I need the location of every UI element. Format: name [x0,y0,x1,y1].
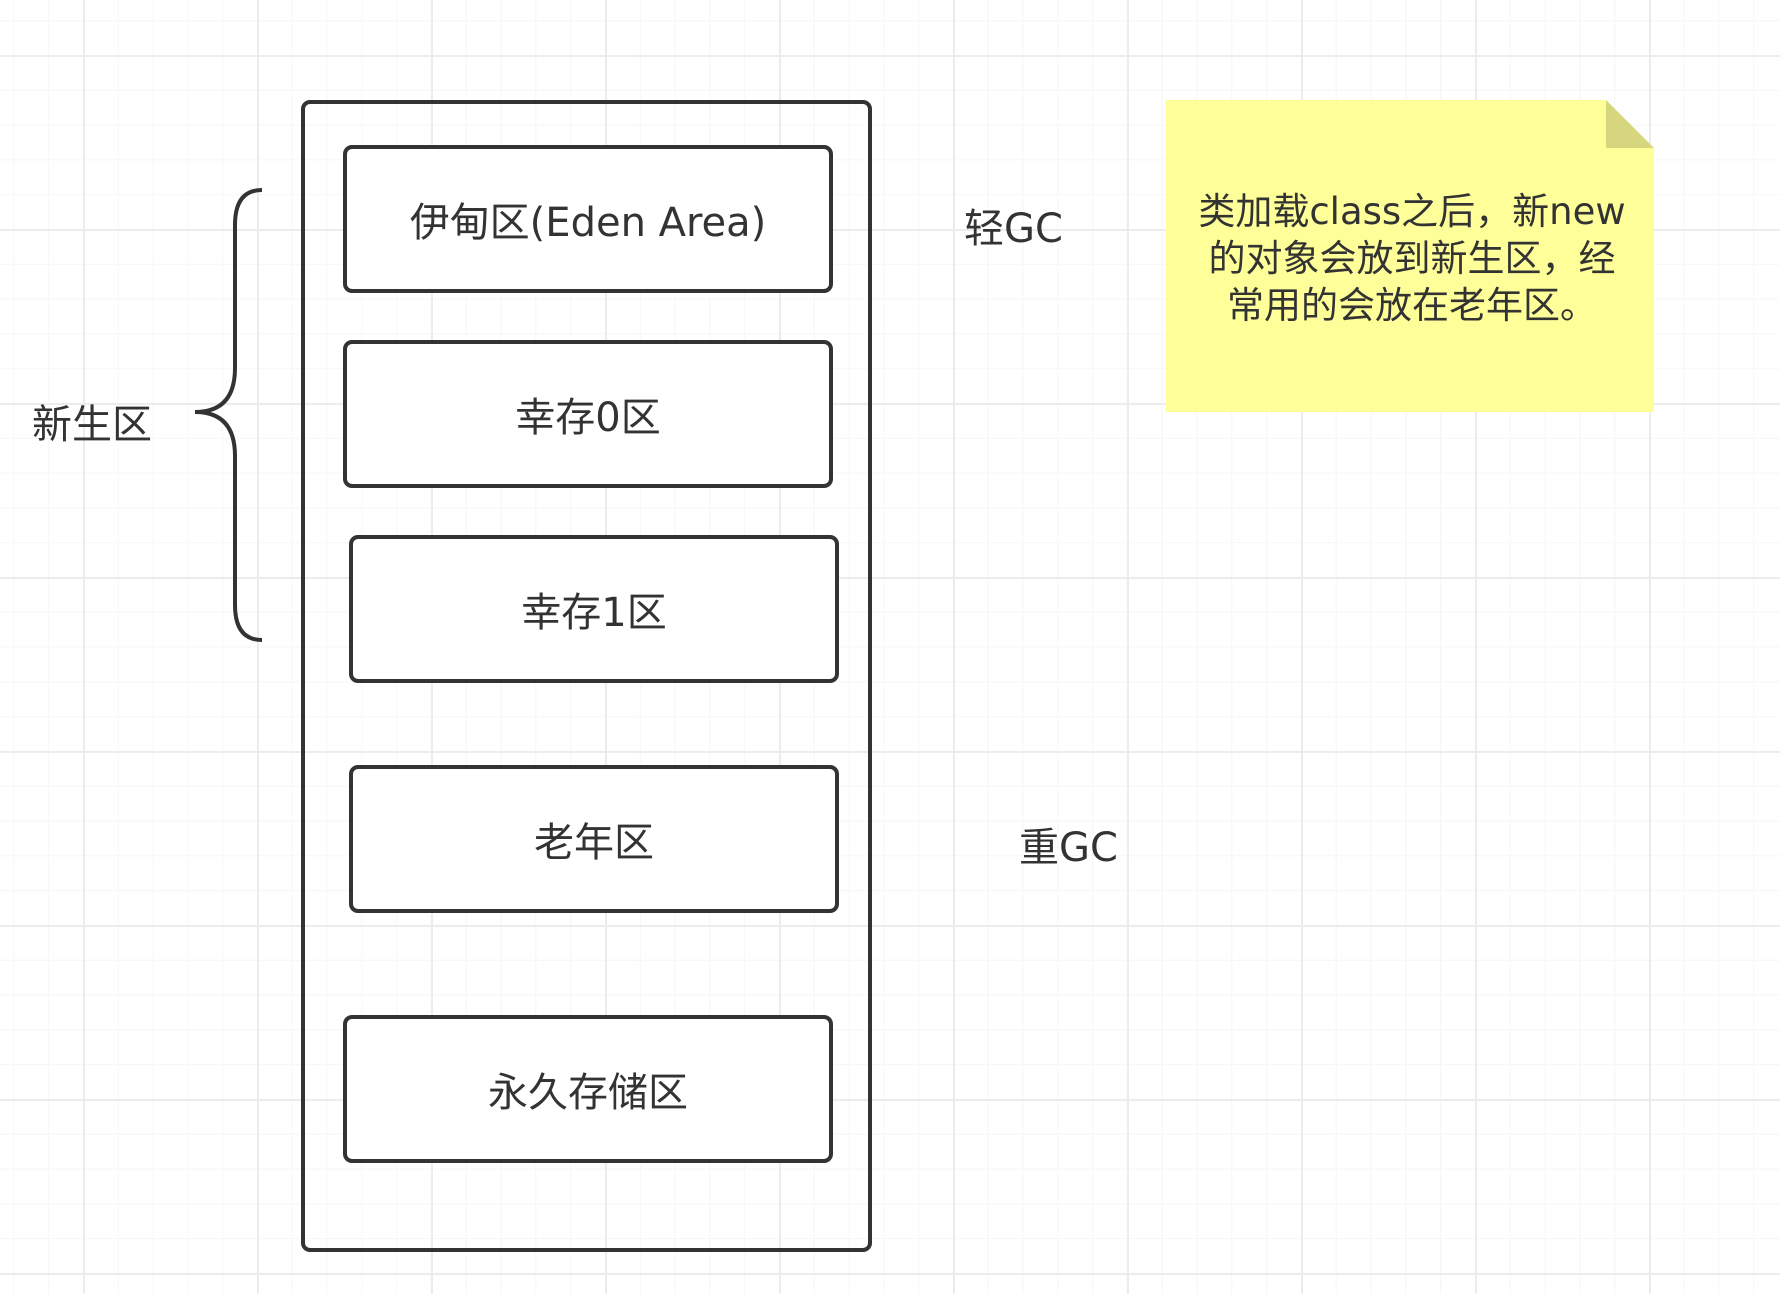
permanent-label: 永久存储区 [488,1070,688,1116]
young-generation-brace [194,188,263,642]
young-generation-label: 新生区 [32,402,152,448]
survivor-0-region: 幸存0区 [343,340,833,488]
minor-gc-label: 轻GC [964,206,1063,252]
eden-region: 伊甸区(Eden Area) [343,145,833,293]
survivor-1-label: 幸存1区 [521,590,667,636]
old-generation-label: 老年区 [534,820,654,866]
sticky-note: 类加载class之后，新new的对象会放到新生区，经常用的会放在老年区。 [1166,100,1654,412]
diagram-canvas: 伊甸区(Eden Area) 幸存0区 幸存1区 老年区 永久存储区 新生区 轻… [0,0,1780,1294]
survivor-1-region: 幸存1区 [349,535,839,683]
permanent-region: 永久存储区 [343,1015,833,1163]
old-generation-region: 老年区 [349,765,839,913]
eden-label: 伊甸区(Eden Area) [409,200,767,246]
survivor-0-label: 幸存0区 [515,395,661,441]
major-gc-label: 重GC [1019,825,1118,871]
sticky-note-text: 类加载class之后，新new的对象会放到新生区，经常用的会放在老年区。 [1198,190,1626,327]
